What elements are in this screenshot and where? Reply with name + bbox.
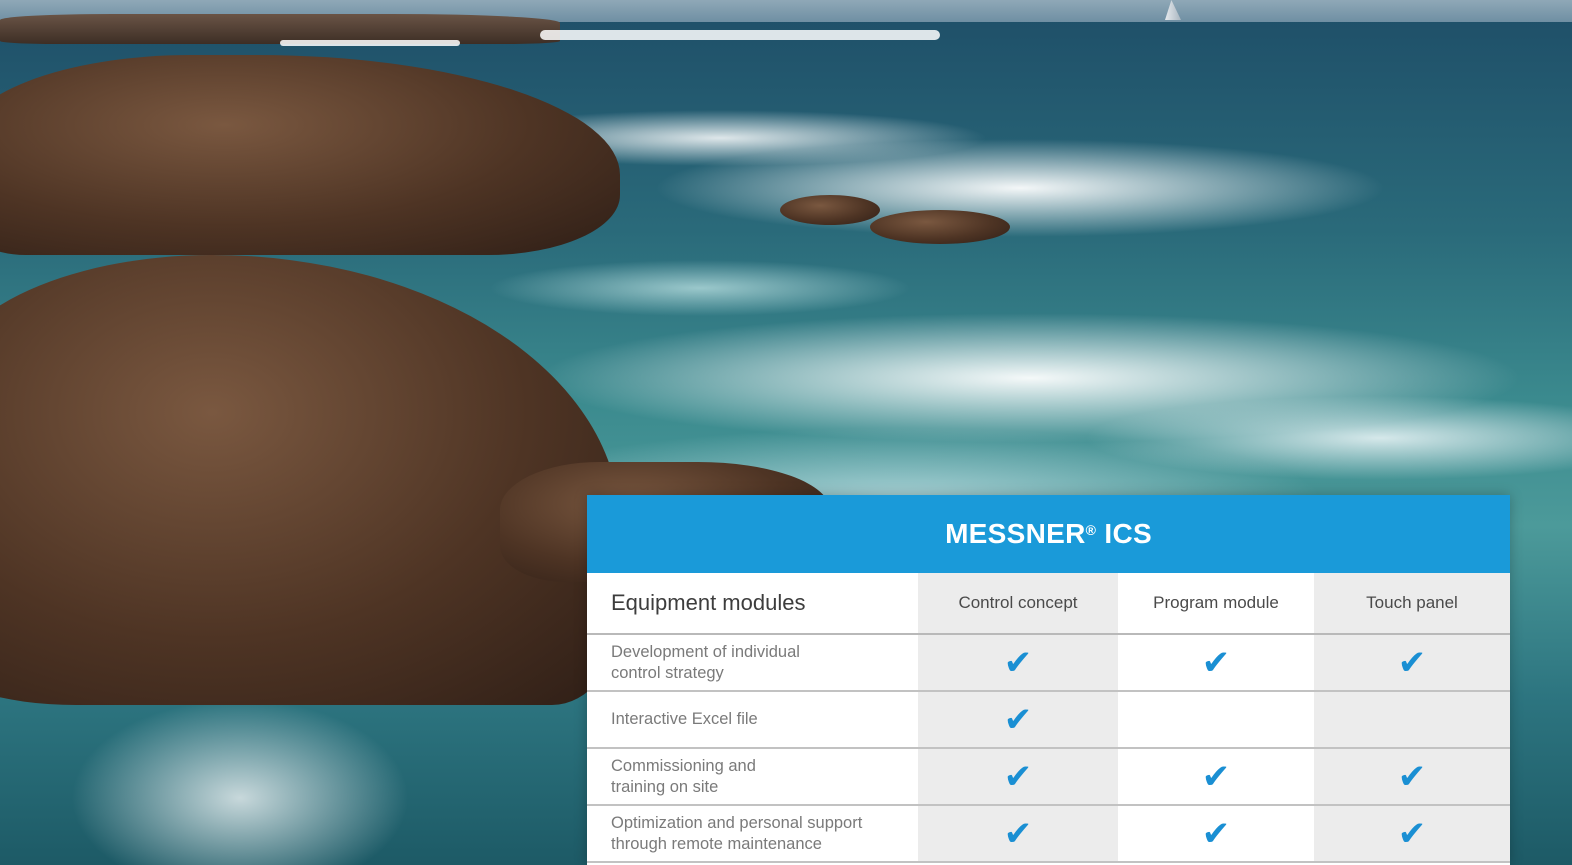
- foam-line: [540, 30, 940, 40]
- check-cell: ✔: [1314, 634, 1510, 692]
- row-label-line: through remote maintenance: [611, 834, 822, 853]
- table-row: Development of individual control strateg…: [587, 634, 1510, 692]
- row-label: Commissioning and training on site: [587, 748, 918, 806]
- table-row: Commissioning and training on site ✔ ✔ ✔: [587, 748, 1510, 806]
- rock-small: [780, 195, 880, 225]
- check-icon: ✔: [1003, 813, 1033, 854]
- rock-horizon: [0, 14, 560, 44]
- header-control-concept: Control concept: [918, 573, 1118, 635]
- table-row: Interactive Excel file ✔: [587, 691, 1510, 749]
- check-cell: ✔: [1118, 634, 1314, 692]
- check-cell: ✔: [1314, 805, 1510, 863]
- check-icon: ✔: [1003, 642, 1033, 683]
- row-label-line: control strategy: [611, 663, 724, 682]
- header-equipment-modules: Equipment modules: [587, 573, 918, 635]
- row-label-line: Commissioning and: [611, 756, 756, 775]
- check-icon: ✔: [1201, 642, 1231, 683]
- check-cell: ✔: [1118, 748, 1314, 806]
- table-title-text: MESSNER: [945, 518, 1086, 549]
- row-label: Development of individual control strateg…: [587, 634, 918, 692]
- header-program-module: Program module: [1118, 573, 1314, 635]
- rock-small: [870, 210, 1010, 244]
- row-label-line: Interactive Excel file: [611, 710, 758, 729]
- table-header-row: Equipment modules Control concept Progra…: [587, 573, 1510, 635]
- check-icon: ✔: [1003, 699, 1033, 740]
- check-cell: ✔: [918, 634, 1118, 692]
- row-label-line: Optimization and personal support: [611, 813, 863, 832]
- row-label: Optimization and personal support through…: [587, 805, 918, 863]
- check-cell: ✔: [918, 748, 1118, 806]
- header-touch-panel: Touch panel: [1314, 573, 1510, 635]
- check-icon: ✔: [1201, 756, 1231, 797]
- check-cell: ✔: [1118, 805, 1314, 863]
- check-icon: ✔: [1397, 642, 1427, 683]
- table-title: MESSNER ® ICS: [587, 495, 1510, 573]
- foam-line: [280, 40, 460, 46]
- row-label-line: Development of individual: [611, 642, 800, 661]
- feature-table-card: MESSNER ® ICS Equipment modules Control c…: [587, 495, 1510, 865]
- registered-mark: ®: [1085, 522, 1097, 538]
- check-cell: [1118, 691, 1314, 749]
- table-row: Optimization and personal support through…: [587, 805, 1510, 863]
- check-cell: ✔: [1314, 748, 1510, 806]
- check-icon: ✔: [1003, 756, 1033, 797]
- check-cell: ✔: [918, 691, 1118, 749]
- row-label: Interactive Excel file: [587, 691, 918, 749]
- feature-table: Equipment modules Control concept Progra…: [587, 573, 1510, 863]
- check-icon: ✔: [1397, 813, 1427, 854]
- table-body: Development of individual control strateg…: [587, 634, 1510, 863]
- row-label-line: training on site: [611, 777, 719, 796]
- table-title-suffix: ICS: [1104, 518, 1152, 549]
- check-icon: ✔: [1397, 756, 1427, 797]
- check-cell: [1314, 691, 1510, 749]
- check-cell: ✔: [918, 805, 1118, 863]
- page: MESSNER ® ICS Equipment modules Control c…: [0, 0, 1572, 865]
- check-icon: ✔: [1201, 813, 1231, 854]
